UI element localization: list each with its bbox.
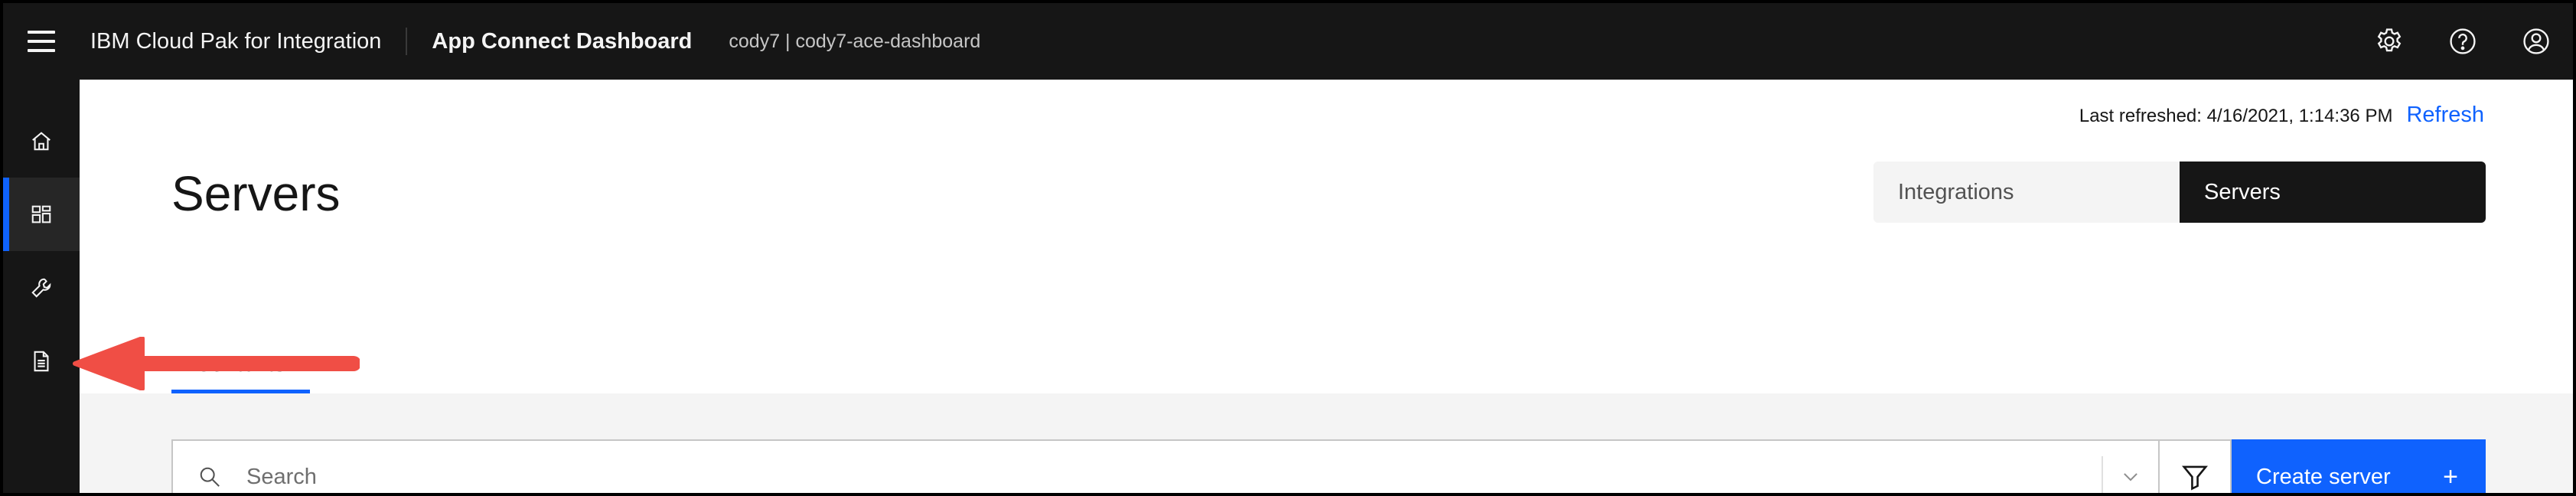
user-avatar-icon[interactable] [2499, 3, 2573, 80]
refresh-link[interactable]: Refresh [2406, 103, 2484, 128]
add-icon: + [2443, 462, 2458, 491]
header-actions [2353, 3, 2573, 80]
content-switcher: Integrations Servers [1873, 162, 2486, 223]
filter-icon [2181, 465, 2209, 491]
instance-label: cody7 | cody7-ace-dashboard [729, 30, 981, 52]
dashboard-icon [31, 205, 51, 224]
search-icon [173, 465, 246, 488]
top-header: IBM Cloud Pak for Integration App Connec… [3, 3, 2573, 80]
nav-dashboard[interactable] [3, 178, 80, 251]
nav-tools[interactable] [3, 251, 80, 325]
app-window: IBM Cloud Pak for Integration App Connec… [0, 0, 2576, 496]
create-server-label: Create server [2256, 464, 2391, 489]
home-icon [32, 132, 51, 151]
app-title: App Connect Dashboard [432, 28, 693, 54]
annotation-arrow [73, 337, 360, 390]
toolbar: Create server + [171, 439, 2486, 493]
settings-icon[interactable] [2353, 3, 2426, 80]
search-input[interactable] [246, 441, 2102, 493]
filter-button[interactable] [2158, 439, 2232, 493]
document-icon [34, 351, 49, 372]
help-icon[interactable] [2426, 3, 2499, 80]
page-title: Servers [171, 166, 341, 221]
side-nav [3, 80, 80, 493]
create-server-button[interactable]: Create server + [2232, 439, 2486, 493]
nav-home[interactable] [3, 104, 80, 178]
refresh-row: Last refreshed: 4/16/2021, 1:14:36 PM Re… [2079, 103, 2484, 128]
product-name[interactable]: IBM Cloud Pak for Integration [80, 28, 408, 55]
switch-integrations[interactable]: Integrations [1873, 162, 2180, 223]
search-box [171, 439, 2158, 493]
menu-icon[interactable] [3, 3, 80, 80]
chevron-down-icon[interactable] [2103, 467, 2158, 487]
nav-documents[interactable] [3, 325, 80, 398]
wrench-icon [31, 278, 51, 298]
content-area: Create server + [80, 393, 2573, 493]
switch-servers[interactable]: Servers [2180, 162, 2486, 223]
main-content: Last refreshed: 4/16/2021, 1:14:36 PM Re… [80, 80, 2573, 493]
last-refreshed-text: Last refreshed: 4/16/2021, 1:14:36 PM [2079, 106, 2393, 126]
